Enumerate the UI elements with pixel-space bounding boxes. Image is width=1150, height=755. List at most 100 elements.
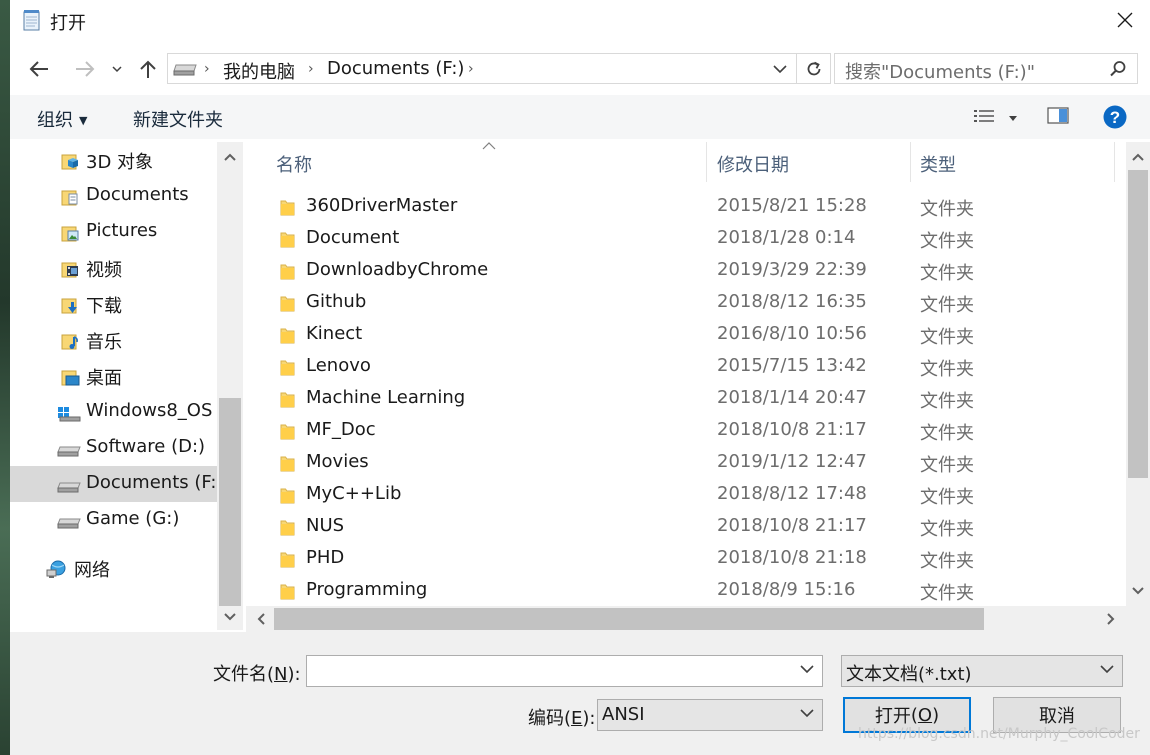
file-list-horizontal-scrollbar[interactable]	[246, 606, 1126, 632]
nav-item-label: 网络	[74, 560, 110, 581]
file-type-value: 文本文档(*.txt)	[846, 664, 972, 685]
nav-item-3d-objects[interactable]: 3D 对象	[10, 142, 217, 178]
nav-item-game-drive[interactable]: Game (G:)	[10, 502, 217, 538]
nav-item-label: Documents	[86, 184, 189, 205]
open-file-dialog: 打开 › 我的电脑 › Documents (F:) › 搜索"Document…	[10, 0, 1150, 755]
file-modified-date: 2015/8/21 15:28	[717, 195, 867, 216]
file-type: 文件夹	[920, 583, 974, 604]
file-type: 文件夹	[920, 263, 974, 284]
column-header-type[interactable]: 类型	[911, 142, 1114, 182]
file-modified-date: 2018/8/12 16:35	[717, 291, 867, 312]
breadcrumb-this-pc[interactable]: 我的电脑	[223, 58, 295, 84]
help-icon: ?	[1103, 105, 1127, 129]
file-row[interactable]: 360DriverMaster 2015/8/21 15:28 文件夹	[246, 191, 1126, 223]
help-button[interactable]: ?	[1102, 104, 1128, 130]
nav-item-label: 桌面	[86, 368, 122, 389]
search-input[interactable]: 搜索"Documents (F:)"	[834, 53, 1138, 84]
nav-item-network[interactable]: 网络	[10, 550, 217, 586]
file-row[interactable]: Machine Learning 2018/1/14 20:47 文件夹	[246, 383, 1126, 415]
file-row[interactable]: PHD 2018/10/8 21:18 文件夹	[246, 543, 1126, 575]
nav-item-label: Documents (F:)	[86, 472, 224, 493]
open-accesskey: O	[917, 704, 933, 726]
breadcrumb-documents-drive[interactable]: Documents (F:)	[327, 58, 464, 79]
column-divider[interactable]	[1114, 142, 1115, 182]
scrollbar-thumb[interactable]	[1128, 170, 1148, 478]
nav-item-software-drive[interactable]: Software (D:)	[10, 430, 217, 466]
file-modified-date: 2018/1/14 20:47	[717, 387, 867, 408]
scroll-down-button[interactable]	[1126, 578, 1150, 604]
nav-item-label: Game (G:)	[86, 508, 180, 529]
address-history-button[interactable]	[770, 59, 790, 79]
file-row[interactable]: MF_Doc 2018/10/8 21:17 文件夹	[246, 415, 1126, 447]
view-options-button[interactable]	[970, 107, 1022, 129]
chevron-down-icon	[1132, 587, 1144, 595]
nav-item-pictures[interactable]: Pictures	[10, 214, 217, 250]
nav-item-downloads[interactable]: 下载	[10, 286, 217, 322]
nav-item-music[interactable]: 音乐	[10, 322, 217, 358]
file-type: 文件夹	[920, 455, 974, 476]
scrollbar-thumb[interactable]	[219, 398, 241, 606]
svg-text:?: ?	[1110, 108, 1120, 127]
notepad-icon	[23, 10, 40, 31]
file-row[interactable]: DownloadbyChrome 2019/3/29 22:39 文件夹	[246, 255, 1126, 287]
preview-pane-button[interactable]	[1046, 105, 1074, 129]
nav-item-label: 3D 对象	[86, 152, 154, 173]
scroll-right-button[interactable]	[1098, 606, 1124, 632]
scroll-up-button[interactable]	[1126, 144, 1150, 170]
file-name: MF_Doc	[306, 419, 376, 440]
navigation-pane-scrollbar[interactable]	[217, 142, 243, 630]
window-title: 打开	[50, 13, 86, 34]
file-type-select[interactable]: 文本文档(*.txt)	[841, 655, 1123, 687]
nav-item-windows8-os[interactable]: Windows8_OS (	[10, 394, 225, 430]
file-list: 名称 修改日期 类型 360DriverMaster 2015/8/21 15:2…	[246, 142, 1150, 632]
file-row[interactable]: Github 2018/8/12 16:35 文件夹	[246, 287, 1126, 319]
file-type: 文件夹	[920, 295, 974, 316]
scroll-up-button[interactable]	[217, 144, 243, 170]
drive-icon	[57, 518, 81, 529]
nav-item-desktop[interactable]: 桌面	[10, 358, 217, 394]
file-name: Lenovo	[306, 355, 371, 376]
file-row[interactable]: Movies 2019/1/12 12:47 文件夹	[246, 447, 1126, 479]
filename-input[interactable]	[306, 655, 823, 687]
recent-locations-button[interactable]	[108, 54, 126, 84]
nav-item-documents[interactable]: Documents	[10, 178, 217, 214]
forward-button[interactable]	[70, 54, 100, 84]
file-row[interactable]: NUS 2018/10/8 21:17 文件夹	[246, 511, 1126, 543]
file-name: DownloadbyChrome	[306, 259, 489, 280]
folder-icon	[280, 264, 295, 280]
pictures-folder-icon	[61, 226, 79, 242]
up-button[interactable]	[136, 54, 160, 84]
file-type: 文件夹	[920, 391, 974, 412]
scroll-left-button[interactable]	[248, 606, 274, 632]
file-row[interactable]: Kinect 2016/8/10 10:56 文件夹	[246, 319, 1126, 351]
nav-item-label: Software (D:)	[86, 436, 206, 457]
file-row[interactable]: Lenovo 2015/7/15 13:42 文件夹	[246, 351, 1126, 383]
file-type: 文件夹	[920, 327, 974, 348]
column-header-name[interactable]: 名称	[246, 142, 706, 182]
file-name: Document	[306, 227, 400, 248]
organize-menu-button[interactable]: 组织 ▼	[37, 106, 87, 132]
refresh-button[interactable]	[796, 54, 830, 83]
folder-icon	[280, 328, 295, 344]
file-name: Kinect	[306, 323, 363, 344]
filename-accesskey: N	[274, 664, 288, 685]
folder-icon	[280, 424, 295, 440]
address-bar[interactable]: › 我的电脑 › Documents (F:) ›	[167, 53, 831, 84]
file-row[interactable]: Programming 2018/8/9 15:16 文件夹	[246, 575, 1126, 607]
nav-item-videos[interactable]: 视频	[10, 250, 217, 286]
file-row[interactable]: MyC++Lib 2018/8/12 17:48 文件夹	[246, 479, 1126, 511]
scrollbar-thumb[interactable]	[274, 608, 984, 630]
file-list-vertical-scrollbar[interactable]	[1126, 142, 1150, 606]
column-header-modified[interactable]: 修改日期	[707, 142, 910, 182]
encoding-select[interactable]: ANSI	[597, 699, 823, 731]
close-button[interactable]	[1100, 0, 1150, 40]
chevron-down-icon	[112, 66, 122, 73]
new-folder-button[interactable]: 新建文件夹	[133, 106, 223, 132]
arrow-up-icon	[140, 60, 156, 78]
folder-icon	[280, 520, 295, 536]
file-name: 360DriverMaster	[306, 195, 458, 216]
scroll-down-button[interactable]	[217, 604, 243, 630]
nav-item-documents-drive[interactable]: Documents (F:)	[10, 466, 223, 502]
file-row[interactable]: Document 2018/1/28 0:14 文件夹	[246, 223, 1126, 255]
back-button[interactable]	[24, 54, 54, 84]
